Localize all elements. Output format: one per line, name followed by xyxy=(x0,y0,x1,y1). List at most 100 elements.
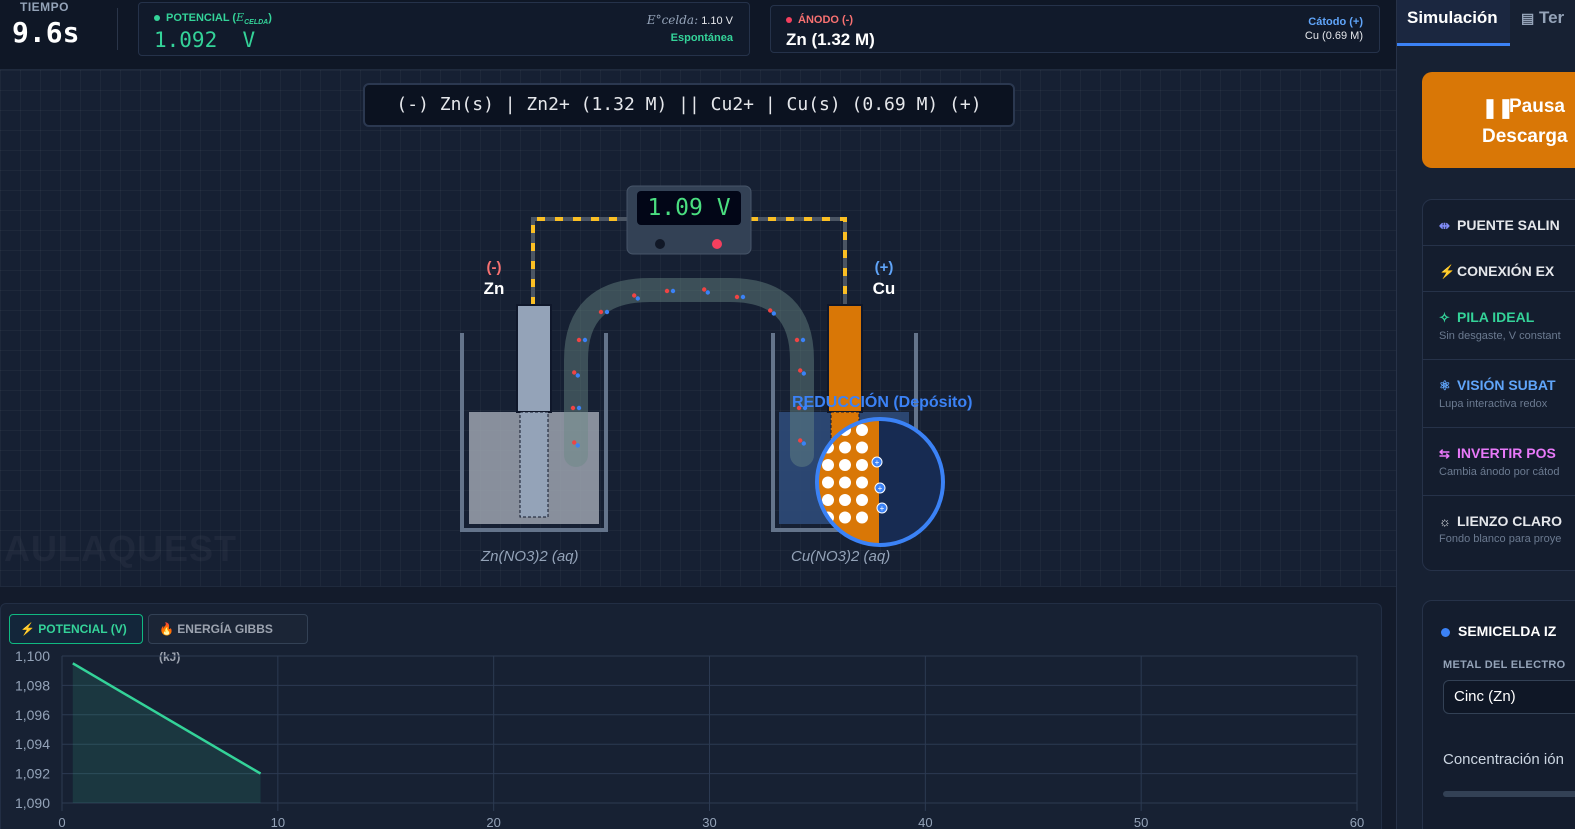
tab-simulation[interactable]: Simulación xyxy=(1397,0,1510,46)
ion-particle xyxy=(576,405,582,411)
ion-particle xyxy=(740,294,746,300)
pause-icon: ❚❚ xyxy=(1482,98,1514,119)
ion-particle xyxy=(798,438,803,443)
ion-particle xyxy=(800,337,806,343)
reduction-label: REDUCCIÓN (Depósito) xyxy=(792,394,973,411)
option-title: ⇹ PUENTE SALIN xyxy=(1439,217,1560,233)
time-label: TIEMPO xyxy=(20,0,70,14)
right-solution-label: Cu(NO3)2 (aq) xyxy=(791,548,891,565)
option-desc: Fondo blanco para proye xyxy=(1439,533,1562,545)
time-value: 9.6s xyxy=(12,16,80,49)
option-title: ⚡ CONEXIÓN EX xyxy=(1439,263,1555,279)
ion-particle xyxy=(635,296,640,301)
swap-icon: ⇆ xyxy=(1439,446,1450,461)
option-title: ☼ LIENZO CLARO xyxy=(1439,513,1562,529)
option-6[interactable]: ☼ LIENZO CLARO Fondo blanco para proye xyxy=(1423,496,1575,572)
status-dot-icon xyxy=(154,15,160,22)
options-panel: ⇹ PUENTE SALIN ⚡ CONEXIÓN EX ✧ PILA IDEAL Sin … xyxy=(1422,199,1575,571)
metal-label: METAL DEL ELECTRO xyxy=(1443,659,1566,671)
cathode-sign: (+) xyxy=(874,259,894,276)
ion-particle xyxy=(570,405,576,411)
potential-label: POTENCIAL (ECELDA) xyxy=(154,11,272,26)
y-tick-label: 1,092 xyxy=(15,766,50,782)
metal-select[interactable]: Cinc (Zn) xyxy=(1443,680,1575,714)
copper-atom xyxy=(839,494,851,506)
ion-particle xyxy=(572,370,577,375)
plug-icon: ⚡ xyxy=(1439,264,1456,279)
svg-text:+: + xyxy=(880,504,885,513)
ion-particle xyxy=(575,443,580,448)
x-tick-label: 0 xyxy=(58,815,65,829)
ion-particle xyxy=(705,290,710,295)
copper-atom xyxy=(856,494,868,506)
ion-particle xyxy=(582,337,588,343)
ion-particle xyxy=(604,309,610,315)
atom-icon: ⚛ xyxy=(1439,378,1451,393)
copper-atom xyxy=(839,459,851,471)
pause-discharge-button[interactable]: ❚❚ Pausa Descarga xyxy=(1422,72,1575,168)
half-cell-title: SEMICELDA IZ xyxy=(1441,623,1556,639)
discharge-label: Descarga xyxy=(1482,126,1568,147)
copper-atom xyxy=(856,476,868,489)
y-tick-label: 1,094 xyxy=(15,736,50,752)
copper-atom xyxy=(856,424,868,436)
option-2[interactable]: ⚡ CONEXIÓN EX xyxy=(1423,246,1575,292)
ion-particle xyxy=(575,373,580,378)
ion-particle xyxy=(598,309,604,315)
spontaneity-badge: Espontánea xyxy=(670,32,733,44)
anode-label: ÁNODO (-) xyxy=(786,14,853,26)
option-desc: Lupa interactiva redox xyxy=(1439,398,1548,410)
option-1[interactable]: ⇹ PUENTE SALIN xyxy=(1423,200,1575,246)
option-4[interactable]: ⚛ VISIÓN SUBAT Lupa interactiva redox xyxy=(1423,360,1575,428)
ion-particle xyxy=(670,288,676,294)
copper-atom xyxy=(839,476,851,489)
ion-particle xyxy=(576,337,582,343)
y-tick-label: 1,098 xyxy=(15,677,50,693)
zinc-electrode xyxy=(516,304,552,518)
top-status-bar: TIEMPO 9.6s POTENCIAL (ECELDA) 1.092 V E… xyxy=(0,0,1396,70)
x-tick-label: 30 xyxy=(702,815,716,829)
x-tick-label: 10 xyxy=(271,815,285,829)
svg-text:+: + xyxy=(878,484,883,493)
cathode-metal-label: Cu xyxy=(872,279,896,298)
simulation-canvas[interactable]: AULAQUEST (-) Zn(s) | Zn2+ (1.32 M) || C… xyxy=(0,70,1396,586)
ion-particle xyxy=(801,441,806,446)
divider xyxy=(117,8,118,50)
y-tick-label: 1,090 xyxy=(15,795,50,811)
ion-particle xyxy=(572,440,577,445)
chart-section: ⚡ POTENCIAL (V) 🔥 ENERGÍA GIBBS (kJ) 1,1… xyxy=(0,586,1396,829)
y-tick-label: 1,100 xyxy=(15,648,50,664)
ion-particle xyxy=(771,311,776,316)
concentration-slider[interactable] xyxy=(1443,791,1575,797)
x-tick-label: 20 xyxy=(486,815,500,829)
option-3[interactable]: ✧ PILA IDEAL Sin desgaste, V constant xyxy=(1423,292,1575,360)
sun-icon: ☼ xyxy=(1439,514,1451,529)
potential-chart: 1,100 1,098 1,096 1,094 1,092 1,090 0 10 20 30 40 5… xyxy=(15,648,1364,829)
cathode-label: Cátodo (+) xyxy=(1308,16,1363,28)
tab-theory[interactable]: ▤ Ter xyxy=(1521,0,1564,46)
voltmeter-display: 1.09 V xyxy=(647,195,731,221)
cathode-value: Cu (0.69 M) xyxy=(1304,30,1363,42)
control-sidebar: Simulación ▤ Ter ❚❚ Pausa Descarga ⇹ PUEN… xyxy=(1396,0,1575,829)
x-tick-label: 40 xyxy=(918,815,932,829)
series-area xyxy=(72,663,261,803)
copper-atom xyxy=(822,476,834,489)
anode-metal-label: Zn xyxy=(483,279,505,298)
option-title: ⇆ INVERTIR POS xyxy=(1439,445,1556,461)
svg-text:+: + xyxy=(875,458,880,467)
copper-atom xyxy=(822,494,834,506)
anode-dot-icon xyxy=(786,17,792,24)
copper-atom xyxy=(856,459,868,471)
ion-particle xyxy=(794,337,800,343)
half-cell-panel: SEMICELDA IZ METAL DEL ELECTRO Cinc (Zn)… xyxy=(1422,600,1575,829)
ion-particle xyxy=(798,368,803,373)
option-title: ✧ PILA IDEAL xyxy=(1439,309,1535,325)
option-5[interactable]: ⇆ INVERTIR POS Cambia ánodo por cátod xyxy=(1423,428,1575,496)
left-solution-label: Zn(NO3)2 (aq) xyxy=(481,548,579,565)
potential-value: 1.092 V xyxy=(154,28,256,52)
galvanic-cell-drawing: + + + xyxy=(460,185,945,547)
copper-atom xyxy=(822,459,834,471)
half-cell-dot-icon xyxy=(1441,627,1450,637)
anode-value: Zn (1.32 M) xyxy=(786,30,875,49)
ion-particle xyxy=(801,371,806,376)
